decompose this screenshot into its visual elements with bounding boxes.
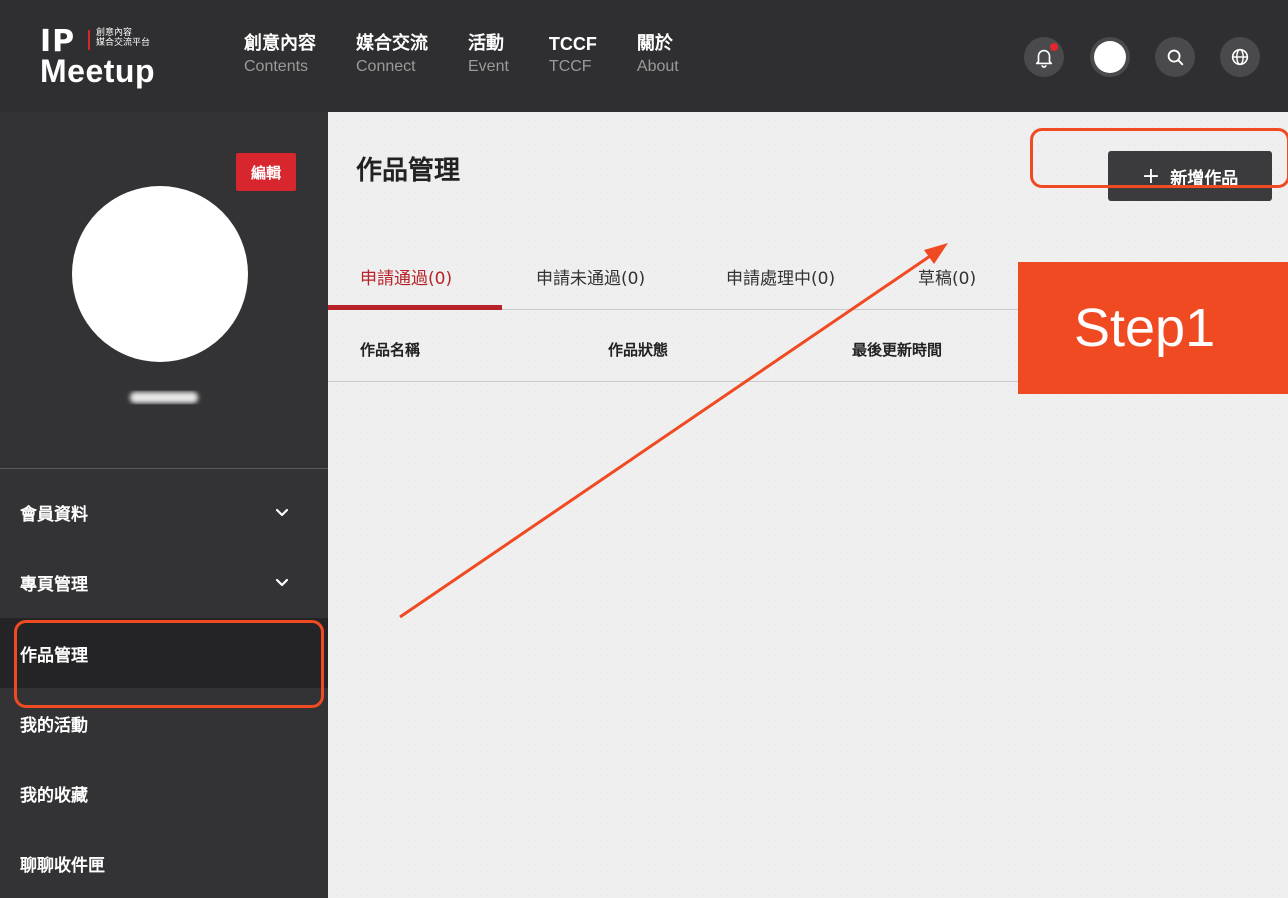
column-header-name: 作品名稱 [360, 341, 421, 359]
avatar [1094, 41, 1126, 73]
language-button[interactable] [1220, 37, 1260, 77]
highlight-add-button [1030, 128, 1288, 188]
logo-tagline: 創意內容 媒合交流平台 [96, 28, 150, 48]
tab-draft[interactable]: 草稿(0) [918, 260, 976, 310]
tab-label: 申請通過(0) [360, 269, 453, 289]
account-button[interactable] [1090, 37, 1130, 77]
logo-meetup-text: Meetup [40, 53, 155, 89]
nav-label-en: TCCF [548, 58, 592, 75]
sidebar-item-label: 會員資料 [20, 504, 88, 525]
profile-name-blurred [130, 392, 198, 403]
chevron-down-icon [275, 578, 289, 587]
sidebar-item-chat-inbox[interactable]: 聊聊收件匣 [0, 828, 328, 898]
nav-label-en: Contents [244, 58, 309, 75]
table-header: 作品名稱 作品狀態 最後更新時間 [328, 310, 1018, 382]
sidebar-item-page-management[interactable]: 專頁管理 [0, 547, 328, 617]
chevron-down-icon [275, 508, 289, 517]
tab-label: 申請處理中(0) [726, 269, 836, 289]
status-tabs: 申請通過(0) 申請未通過(0) 申請處理中(0) 草稿(0) [328, 260, 1018, 310]
logo-divider [88, 30, 90, 50]
edit-profile-button[interactable]: 編輯 [236, 153, 296, 191]
notification-button[interactable] [1024, 37, 1064, 77]
sidebar-item-label: 我的活動 [20, 715, 88, 736]
logo-tagline-line2: 媒合交流平台 [96, 38, 151, 48]
nav-item-contents[interactable]: 創意內容 Contents [244, 32, 316, 78]
logo-tagline-line1: 創意內容 [96, 28, 133, 38]
sidebar-item-label: 我的收藏 [20, 785, 88, 806]
nav-label-zh: 媒合交流 [356, 33, 428, 54]
column-header-status: 作品狀態 [608, 341, 669, 359]
highlight-sidebar-works [14, 620, 324, 708]
nav-label-en: About [636, 58, 679, 75]
sidebar-divider [0, 468, 328, 469]
search-icon [1167, 49, 1184, 66]
notification-dot [1050, 43, 1058, 51]
nav-item-event[interactable]: 活動 Event [468, 32, 509, 78]
sidebar-item-label: 聊聊收件匣 [20, 855, 105, 876]
nav-label-en: Connect [356, 58, 416, 75]
sidebar-item-my-favorites[interactable]: 我的收藏 [0, 758, 328, 828]
page-title: 作品管理 [356, 156, 461, 186]
nav-item-tccf[interactable]: TCCF TCCF [549, 32, 597, 78]
tab-processing[interactable]: 申請處理中(0) [726, 260, 835, 310]
top-navbar: IP 創意內容 媒合交流平台 Meetup 創意內容 Contents 媒合交流… [0, 0, 1288, 112]
main-nav: 創意內容 Contents 媒合交流 Connect 活動 Event TCCF… [244, 32, 719, 78]
nav-label-zh: 創意內容 [244, 33, 316, 54]
tab-label: 草稿(0) [918, 269, 977, 289]
sidebar-item-member-profile[interactable]: 會員資料 [0, 477, 328, 547]
nav-item-connect[interactable]: 媒合交流 Connect [356, 32, 428, 78]
logo-ip-text: IP [40, 24, 76, 59]
globe-icon [1231, 48, 1249, 66]
main-content: 作品管理 + 新增作品 申請通過(0) 申請未通過(0) 申請處理中(0) 草稿… [328, 112, 1288, 898]
sidebar: 編輯 會員資料 專頁管理 作品管理 我的活動 我的收藏 聊聊收件匣 [0, 112, 328, 898]
nav-label-zh: 關於 [636, 33, 673, 54]
site-logo[interactable]: IP 創意內容 媒合交流平台 Meetup [40, 27, 155, 89]
tab-rejected[interactable]: 申請未通過(0) [536, 260, 645, 310]
nav-label-zh: 活動 [468, 33, 504, 54]
step-label: Step1 [1018, 262, 1288, 394]
search-button[interactable] [1155, 37, 1195, 77]
nav-label-en: Event [468, 58, 509, 75]
profile-avatar[interactable] [72, 186, 248, 362]
nav-label-zh: TCCF [548, 34, 597, 54]
column-header-updated: 最後更新時間 [852, 341, 943, 359]
tab-approved[interactable]: 申請通過(0) [360, 260, 452, 310]
tab-label: 申請未通過(0) [536, 269, 646, 289]
sidebar-item-label: 專頁管理 [20, 574, 88, 595]
nav-item-about[interactable]: 關於 About [637, 32, 679, 78]
